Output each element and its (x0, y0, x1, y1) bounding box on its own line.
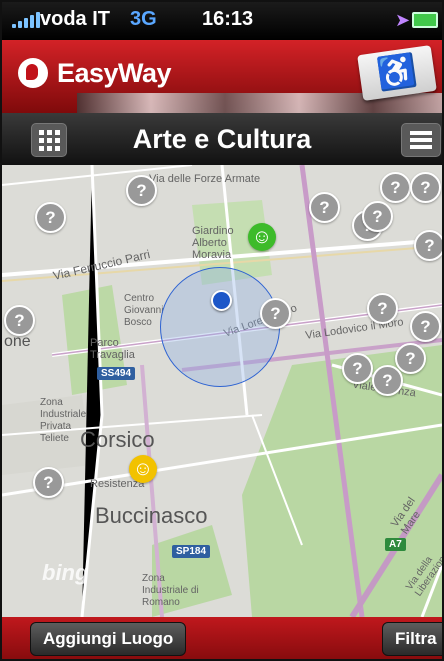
status-bar: voda IT 3G 16:13 ➤ (2, 2, 442, 40)
phone-screen: voda IT 3G 16:13 ➤ EasyWay ♿ Arte e Cult… (0, 0, 444, 661)
unknown-place-marker[interactable]: ? (260, 298, 291, 329)
location-radius (160, 267, 280, 387)
happy-place-marker[interactable]: ☺ (248, 223, 276, 251)
signal-bars-icon (12, 12, 40, 28)
unknown-place-marker[interactable]: ? (35, 202, 66, 233)
road-tag: SS494 (97, 367, 136, 380)
unknown-place-marker[interactable]: ? (414, 230, 442, 261)
place-label: Parco Travaglia (90, 337, 135, 361)
neutral-place-marker[interactable]: ☺ (129, 455, 157, 483)
unknown-place-marker[interactable]: ? (362, 201, 393, 232)
unknown-place-marker[interactable]: ? (4, 305, 35, 336)
place-label: Zona Industriale di Romano (142, 573, 199, 608)
road-tag: SP184 (172, 545, 211, 558)
location-arrow-icon: ➤ (395, 10, 411, 30)
unknown-place-marker[interactable]: ? (395, 343, 426, 374)
carrier-name: voda IT (40, 8, 111, 30)
unknown-place-marker[interactable]: ? (380, 172, 411, 203)
filter-button[interactable]: Filtra (382, 622, 442, 656)
unknown-place-marker[interactable]: ? (309, 192, 340, 223)
place-label: Corsico (80, 427, 155, 452)
app-header: EasyWay ♿ (2, 40, 442, 113)
network-type: 3G (130, 8, 157, 30)
unknown-place-marker[interactable]: ? (410, 172, 441, 203)
road-tag: A7 (385, 538, 406, 551)
unknown-place-marker[interactable]: ? (367, 293, 398, 324)
add-place-button[interactable]: Aggiungi Luogo (30, 622, 187, 656)
app-title: EasyWay (57, 58, 172, 88)
place-label: Buccinasco (95, 503, 208, 528)
menu-button[interactable] (401, 123, 441, 157)
street-label: Via delle Forze Armate (149, 173, 261, 185)
bing-logo: bing (42, 560, 89, 585)
unknown-place-marker[interactable]: ? (372, 365, 403, 396)
unknown-place-marker[interactable]: ? (126, 175, 157, 206)
place-label: Centro Giovanni Bosco (124, 293, 164, 328)
bottom-bar: Aggiungi Luogo Filtra (2, 617, 442, 659)
battery-icon (412, 12, 438, 28)
vodafone-logo-icon (18, 58, 48, 88)
map-view[interactable]: Via delle Forze Armate Via Ferruccio Par… (2, 165, 442, 617)
unknown-place-marker[interactable]: ? (342, 353, 373, 384)
current-location-marker (211, 290, 232, 311)
place-label: Giardino Alberto Moravia (192, 225, 234, 261)
page-title: Arte e Cultura (132, 124, 312, 154)
nav-bar: Arte e Cultura (2, 113, 442, 165)
unknown-place-marker[interactable]: ? (33, 467, 64, 498)
clock: 16:13 (202, 8, 254, 30)
unknown-place-marker[interactable]: ? (410, 311, 441, 342)
